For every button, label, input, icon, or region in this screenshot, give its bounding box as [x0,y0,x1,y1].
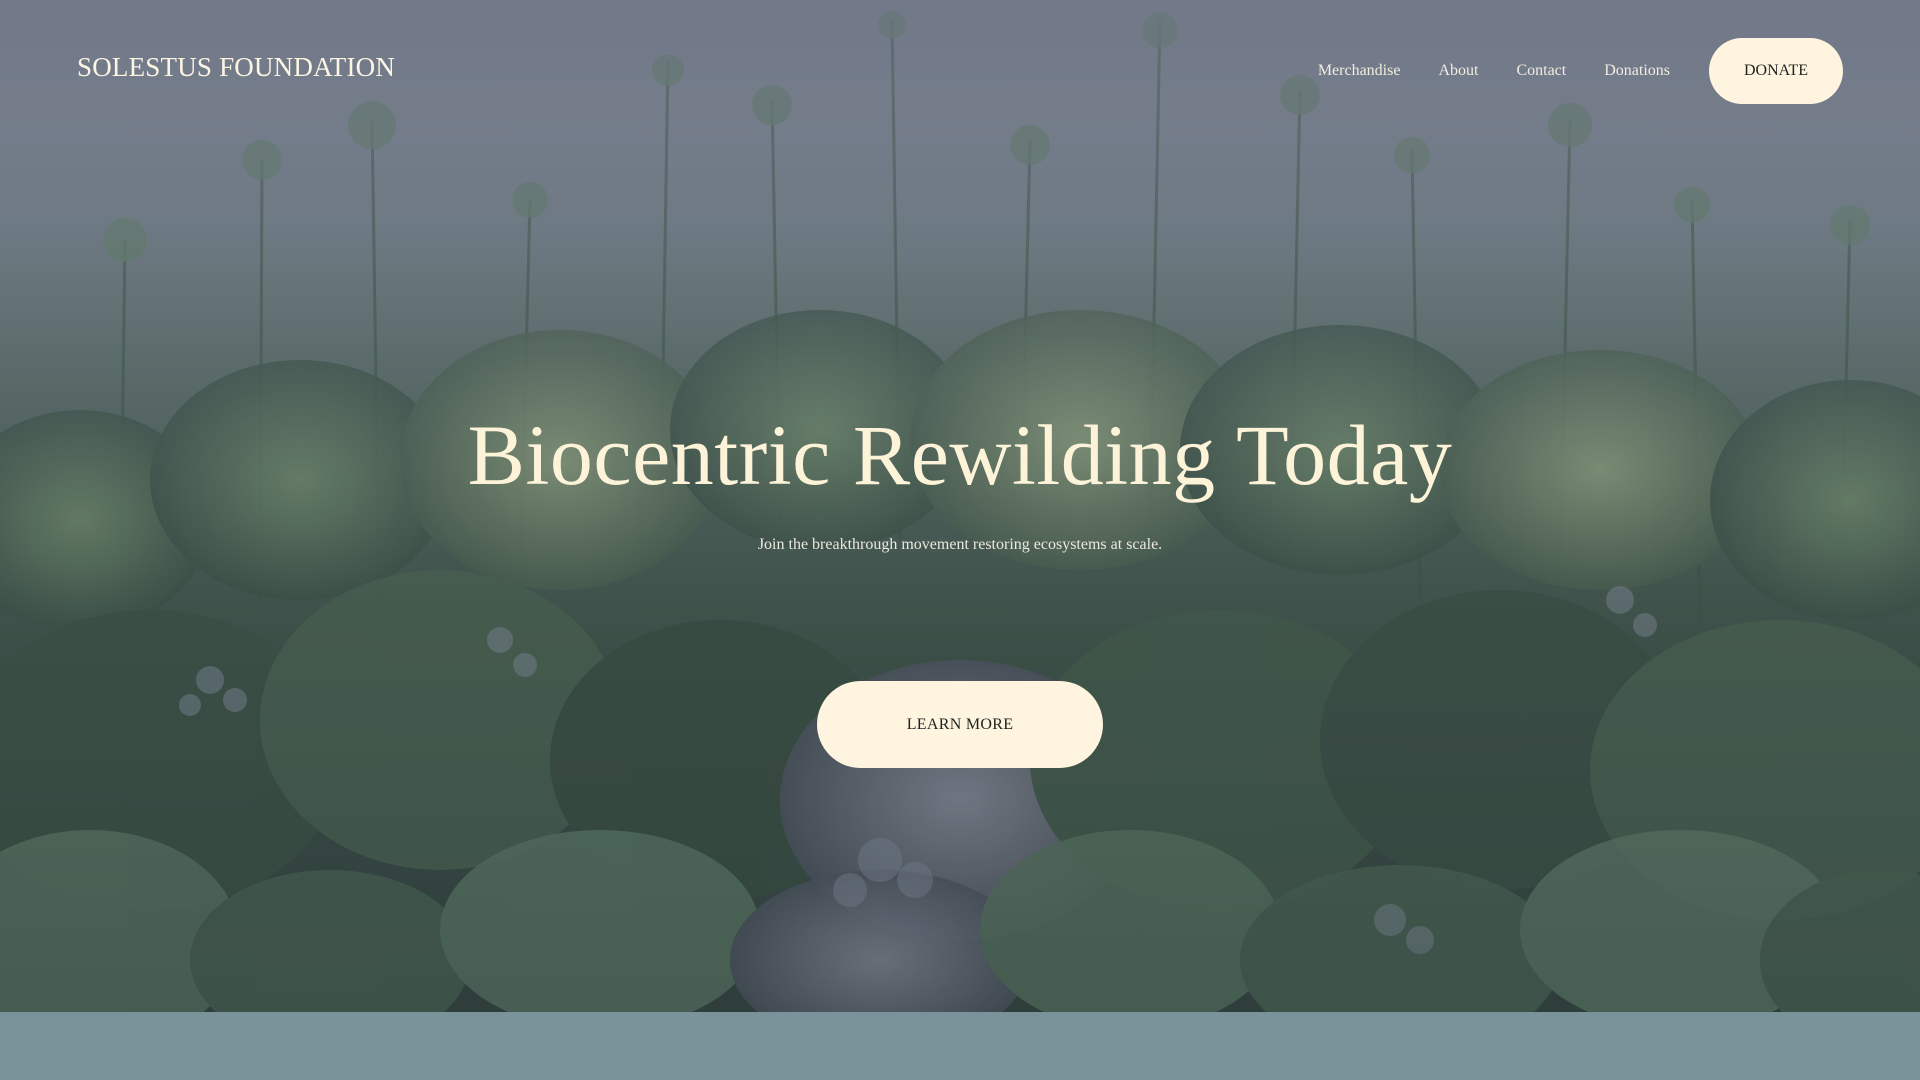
nav-link-about[interactable]: About [1438,62,1478,80]
landing-page: SOLESTUS FOUNDATION Merchandise About Co… [0,0,1920,1080]
main-nav: Merchandise About Contact Donations DONA… [1318,38,1843,104]
nav-link-donations[interactable]: Donations [1604,62,1670,80]
hero-title: Biocentric Rewilding Today [467,407,1453,503]
hero-subtitle: Join the breakthrough movement restoring… [757,536,1163,553]
next-section-band [0,1012,1920,1080]
learn-more-button[interactable]: LEARN MORE [817,681,1103,768]
hero-overlay [0,0,1920,1012]
nav-link-contact[interactable]: Contact [1516,62,1566,80]
hero-section [0,0,1920,1012]
nav-link-merchandise[interactable]: Merchandise [1318,62,1401,80]
site-logo[interactable]: SOLESTUS FOUNDATION [77,52,395,83]
donate-button[interactable]: DONATE [1709,38,1843,104]
